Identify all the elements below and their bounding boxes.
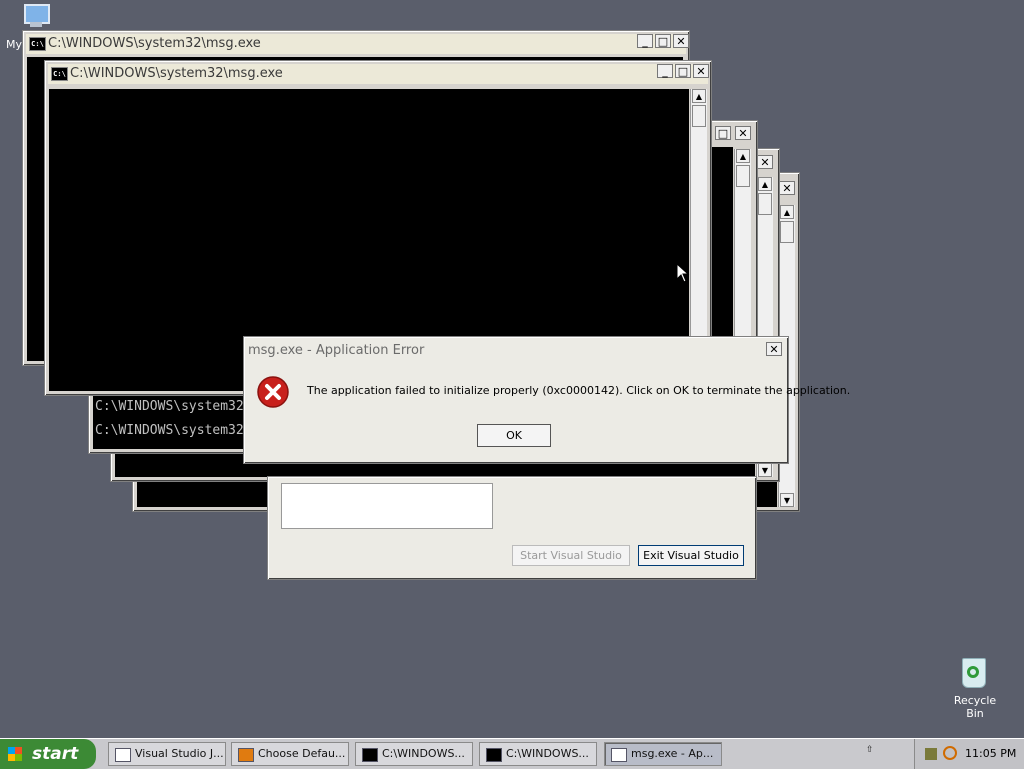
window-title: C:\WINDOWS\system32\msg.exe [48,36,261,51]
error-icon [257,376,289,408]
taskbar-item[interactable]: msg.exe - Ap... [604,742,722,766]
error-message: The application failed to initialize pro… [307,384,851,397]
scroll-down-icon[interactable]: ▼ [780,493,794,507]
minimize-icon[interactable]: _ [657,64,673,78]
console-icon: C:\ [51,67,68,81]
close-icon[interactable]: ✕ [757,155,773,169]
window-titlebar[interactable]: C:\ C:\WINDOWS\system32\msg.exe [26,34,686,54]
tray-chevron-icon[interactable]: ⇧ [866,745,876,755]
vs-icon [238,748,254,762]
console-icon: C:\ [29,37,46,51]
taskbar-item-label: Choose Defau... [258,747,346,760]
scroll-up-icon[interactable]: ▲ [692,89,706,103]
maximize-icon[interactable]: □ [715,126,731,140]
exit-visual-studio-button[interactable]: Exit Visual Studio [638,545,744,566]
window-icon [611,748,627,762]
close-icon[interactable]: ✕ [766,342,782,356]
console-icon [486,748,502,762]
search-icon[interactable] [943,746,957,760]
close-icon[interactable]: ✕ [673,34,689,48]
ok-button[interactable]: OK [477,424,551,447]
recycle-bin-icon[interactable] [958,656,990,690]
scroll-thumb[interactable] [758,193,772,215]
cursor-icon [676,263,690,283]
clock: 11:05 PM [965,747,1017,760]
list-box[interactable] [281,483,493,529]
close-icon[interactable]: ✕ [735,126,751,140]
start-label: start [32,744,79,764]
window-icon [115,748,131,762]
start-visual-studio-button[interactable]: Start Visual Studio [512,545,630,566]
scroll-up-icon[interactable]: ▲ [758,177,772,191]
taskbar-item[interactable]: C:\WINDOWS... [355,742,473,766]
recycle-bin-label: Recycle Bin [953,694,997,720]
close-icon[interactable]: ✕ [693,64,709,78]
start-button[interactable]: start [0,739,96,769]
taskbar: start Visual Studio J... Choose Defau... C… [0,738,1024,769]
taskbar-item-label: msg.exe - Ap... [631,747,714,760]
visual-studio-dialog[interactable]: Start Visual Studio Exit Visual Studio [267,476,757,580]
console-icon [362,748,378,762]
maximize-icon[interactable]: □ [675,64,691,78]
network-icon[interactable] [925,748,937,760]
scroll-thumb[interactable] [736,165,750,187]
taskbar-item[interactable]: Visual Studio J... [108,742,226,766]
system-tray: 11:05 PM [914,739,1024,769]
my-computer-icon[interactable] [22,2,54,30]
error-dialog[interactable]: msg.exe - Application Error ✕ The applic… [243,336,850,464]
scroll-up-icon[interactable]: ▲ [780,205,794,219]
minimize-icon[interactable]: _ [637,34,653,48]
taskbar-item-label: Visual Studio J... [135,747,224,760]
scroll-thumb[interactable] [780,221,794,243]
window-titlebar[interactable]: C:\ C:\WINDOWS\system32\msg.exe [48,64,708,84]
scroll-thumb[interactable] [692,105,706,127]
taskbar-item[interactable]: C:\WINDOWS... [479,742,597,766]
maximize-icon[interactable]: □ [655,34,671,48]
windows-logo-icon [8,747,22,761]
prompt-line-2: C:\WINDOWS\system32 [95,423,244,438]
my-computer-label: My [6,38,23,51]
scroll-down-icon[interactable]: ▼ [758,463,772,477]
taskbar-item-label: C:\WINDOWS... [506,747,589,760]
dialog-title: msg.exe - Application Error [248,343,425,358]
taskbar-item-label: C:\WINDOWS... [382,747,465,760]
scroll-up-icon[interactable]: ▲ [736,149,750,163]
taskbar-item[interactable]: Choose Defau... [231,742,349,766]
window-title: C:\WINDOWS\system32\msg.exe [70,66,283,81]
prompt-line-1: C:\WINDOWS\system32 [95,399,244,414]
close-icon[interactable]: ✕ [779,181,795,195]
